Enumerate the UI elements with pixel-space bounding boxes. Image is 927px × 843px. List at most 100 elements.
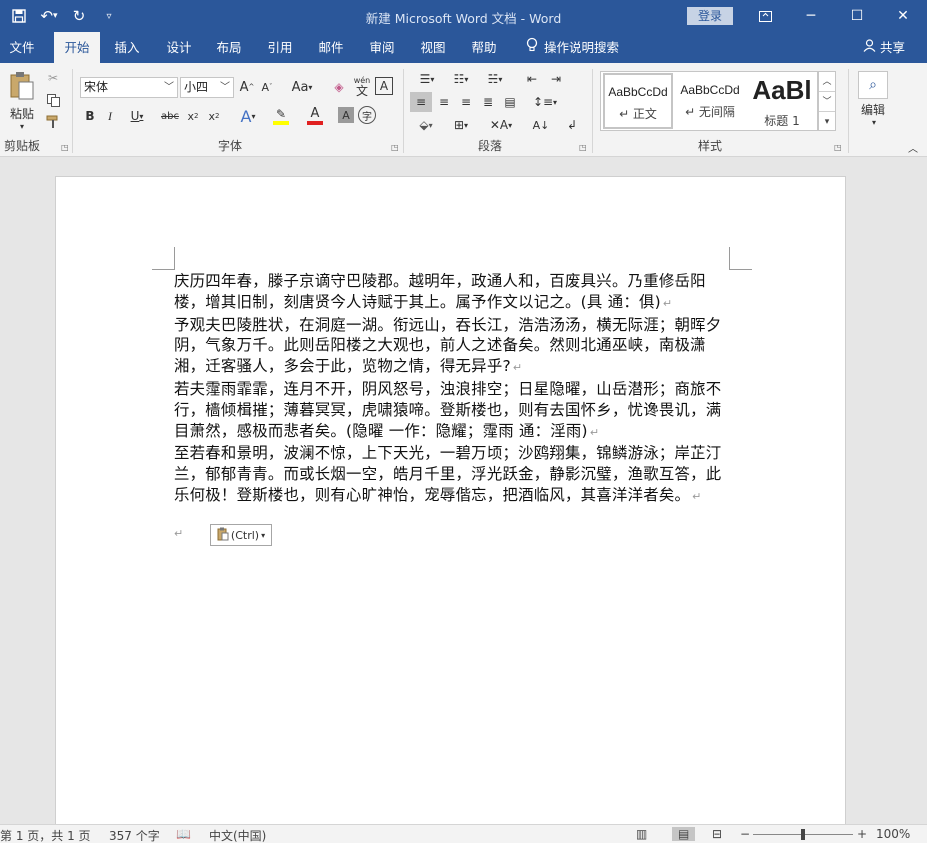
decrease-indent-icon[interactable]: ⇤ bbox=[522, 69, 542, 89]
document-area[interactable]: 庆历四年春，滕子京谪守巴陵郡。越明年，政通人和，百废具兴。乃重修岳阳楼，增其旧制… bbox=[0, 158, 927, 826]
increase-indent-icon[interactable]: ⇥ bbox=[546, 69, 566, 89]
tab-references[interactable]: 引用 bbox=[257, 32, 303, 63]
share-button[interactable]: 共享 bbox=[863, 32, 905, 63]
sort-icon[interactable]: A↓ bbox=[530, 115, 552, 135]
style-heading-1[interactable]: AaBl 标题 1 bbox=[749, 73, 815, 129]
numbering-icon[interactable]: ☷ ▾ bbox=[446, 69, 476, 89]
editing-button[interactable]: 编辑 bbox=[852, 101, 894, 117]
paragraph[interactable]: 庆历四年春，滕子京谪守巴陵郡。越明年，政通人和，百废具兴。乃重修岳阳楼，增其旧制… bbox=[174, 271, 722, 315]
redo-icon[interactable]: ↻ bbox=[66, 4, 92, 28]
editing-dropdown-icon[interactable]: ▾ bbox=[866, 117, 882, 127]
styles-launcher-icon[interactable]: ◳ bbox=[834, 143, 842, 152]
character-border-icon[interactable]: A bbox=[375, 77, 393, 95]
font-name-select[interactable]: 宋体 ﹀ bbox=[80, 77, 178, 98]
paste-options-button[interactable]: (Ctrl) ▾ bbox=[210, 524, 272, 546]
paragraph-launcher-icon[interactable]: ◳ bbox=[579, 143, 587, 152]
print-layout-icon[interactable]: ▤ bbox=[672, 827, 696, 841]
document-body[interactable]: 庆历四年春，滕子京谪守巴陵郡。越明年，政通人和，百废具兴。乃重修岳阳楼，增其旧制… bbox=[174, 271, 722, 508]
login-button[interactable]: 登录 bbox=[687, 7, 733, 25]
paragraph[interactable]: 至若春和景明，波澜不惊，上下天光，一碧万顷；沙鸥翔集，锦鳞游泳；岸芷汀兰，郁郁青… bbox=[174, 443, 722, 507]
multilevel-list-icon[interactable]: ☵ ▾ bbox=[480, 69, 510, 89]
tab-layout[interactable]: 布局 bbox=[206, 32, 252, 63]
strikethrough-icon[interactable]: abc bbox=[158, 107, 182, 125]
bold-icon[interactable]: B bbox=[82, 107, 98, 125]
align-left-icon[interactable]: ≡ bbox=[410, 92, 432, 112]
phonetic-guide-button[interactable]: wén 文 bbox=[352, 75, 372, 99]
character-shading-icon[interactable]: A bbox=[338, 107, 354, 123]
enclose-characters-icon[interactable]: 字 bbox=[358, 106, 376, 124]
chevron-up-icon[interactable]: ︿ bbox=[819, 72, 835, 92]
tab-review[interactable]: 审阅 bbox=[359, 32, 405, 63]
chevron-down-icon[interactable]: ﹀ bbox=[819, 92, 835, 112]
style-no-spacing[interactable]: AaBbCcDd ↵ 无间隔 bbox=[677, 73, 743, 129]
zoom-level[interactable]: 100% bbox=[876, 827, 910, 841]
italic-icon[interactable]: I bbox=[102, 107, 118, 125]
tab-file[interactable]: 文件 bbox=[0, 32, 44, 63]
style-preview: AaBl bbox=[752, 75, 812, 105]
collapse-ribbon-icon[interactable]: ︿ bbox=[906, 141, 920, 155]
tell-me-search[interactable]: 操作说明搜索 bbox=[526, 32, 619, 63]
distributed-icon[interactable]: ▤ bbox=[500, 92, 520, 112]
word-count[interactable]: 357 个字 bbox=[109, 827, 160, 843]
style-normal[interactable]: AaBbCcDd ↵ 正文 bbox=[603, 73, 673, 129]
tab-design[interactable]: 设计 bbox=[156, 32, 202, 63]
font-size-select[interactable]: 小四 ﹀ bbox=[180, 77, 234, 98]
text-effects-icon[interactable]: A ▾ bbox=[234, 105, 262, 127]
paste-button[interactable]: 粘贴 bbox=[6, 105, 38, 121]
paste-icon[interactable] bbox=[6, 69, 38, 103]
font-color-icon[interactable]: A bbox=[300, 105, 330, 127]
cut-icon[interactable]: ✂ bbox=[44, 69, 62, 87]
zoom-in-icon[interactable]: + bbox=[857, 827, 867, 841]
show-formatting-marks-icon[interactable]: ↲ bbox=[563, 115, 581, 135]
customize-qat-icon[interactable]: ▿ bbox=[96, 4, 122, 28]
format-painter-icon[interactable] bbox=[44, 113, 62, 131]
shrink-font-icon[interactable]: Aˇ bbox=[258, 77, 276, 97]
change-case-button[interactable]: Aa ▾ bbox=[286, 77, 318, 97]
borders-icon[interactable]: ⊞ ▾ bbox=[446, 115, 476, 135]
zoom-slider-thumb[interactable] bbox=[801, 829, 805, 840]
shading-icon[interactable]: ⬙ ▾ bbox=[410, 115, 442, 135]
save-icon[interactable] bbox=[6, 4, 32, 28]
language-indicator[interactable]: 中文(中国) bbox=[209, 827, 266, 843]
paragraph[interactable]: 予观夫巴陵胜状，在洞庭一湖。衔远山，吞长江，浩浩汤汤，横无际涯；朝晖夕阴，气象万… bbox=[174, 315, 722, 379]
paragraph[interactable]: 若夫霪雨霏霏，连月不开，阴风怒号，浊浪排空；日星隐曜，山岳潜形；商旅不行，樯倾楫… bbox=[174, 379, 722, 443]
bullets-icon[interactable]: ☰ ▾ bbox=[412, 69, 442, 89]
asian-layout-icon[interactable]: ✕A ▾ bbox=[484, 115, 518, 135]
align-right-icon[interactable]: ≡ bbox=[456, 92, 476, 112]
font-launcher-icon[interactable]: ◳ bbox=[391, 143, 399, 152]
web-layout-icon[interactable]: ⊟ bbox=[712, 827, 722, 841]
tab-insert[interactable]: 插入 bbox=[104, 32, 150, 63]
lightbulb-icon bbox=[526, 32, 538, 63]
page-count[interactable]: 第 1 页，共 1 页 bbox=[0, 827, 91, 843]
paragraph-mark-icon: ↵ bbox=[589, 425, 600, 439]
undo-icon[interactable]: ↶ ▾ bbox=[36, 4, 62, 28]
tab-home[interactable]: 开始 bbox=[54, 32, 100, 63]
clear-formatting-icon[interactable]: ◈ bbox=[330, 77, 348, 97]
align-center-icon[interactable]: ≡ bbox=[434, 92, 454, 112]
zoom-out-icon[interactable]: − bbox=[740, 827, 750, 841]
maximize-icon[interactable]: ☐ bbox=[834, 0, 880, 32]
copy-icon[interactable] bbox=[44, 91, 62, 109]
separator bbox=[592, 69, 593, 153]
grow-font-icon[interactable]: A ^ bbox=[238, 77, 256, 97]
paste-dropdown-icon[interactable]: ▾ bbox=[14, 121, 30, 131]
minimize-icon[interactable]: ─ bbox=[788, 0, 834, 32]
ribbon: 粘贴 ▾ ✂ 剪贴板 ◳ 宋体 ﹀ 小四 ﹀ A ^ Aˇ Aa ▾ ◈ wén 文… bbox=[0, 63, 927, 157]
document-page[interactable]: 庆历四年春，滕子京谪守巴陵郡。越明年，政通人和，百废具兴。乃重修岳阳楼，增其旧制… bbox=[55, 176, 846, 826]
clipboard-launcher-icon[interactable]: ◳ bbox=[61, 143, 69, 152]
tab-help[interactable]: 帮助 bbox=[461, 32, 507, 63]
superscript-icon[interactable]: x2 bbox=[205, 107, 223, 125]
tab-mailings[interactable]: 邮件 bbox=[308, 32, 354, 63]
more-styles-icon[interactable]: ▾ bbox=[819, 112, 835, 132]
underline-icon[interactable]: U ▾ bbox=[124, 107, 150, 125]
subscript-icon[interactable]: x2 bbox=[184, 107, 202, 125]
proofing-icon[interactable]: 📖 bbox=[176, 827, 191, 841]
line-spacing-icon[interactable]: ↕≡ ▾ bbox=[530, 92, 560, 112]
ribbon-display-options-icon[interactable] bbox=[742, 0, 788, 32]
find-icon[interactable]: ⌕ bbox=[858, 71, 888, 99]
highlight-icon[interactable]: ✎ bbox=[266, 105, 296, 127]
justify-icon[interactable]: ≣ bbox=[478, 92, 498, 112]
read-mode-icon[interactable]: ▥ bbox=[636, 827, 647, 841]
tab-view[interactable]: 视图 bbox=[410, 32, 456, 63]
close-icon[interactable]: ✕ bbox=[880, 0, 926, 32]
